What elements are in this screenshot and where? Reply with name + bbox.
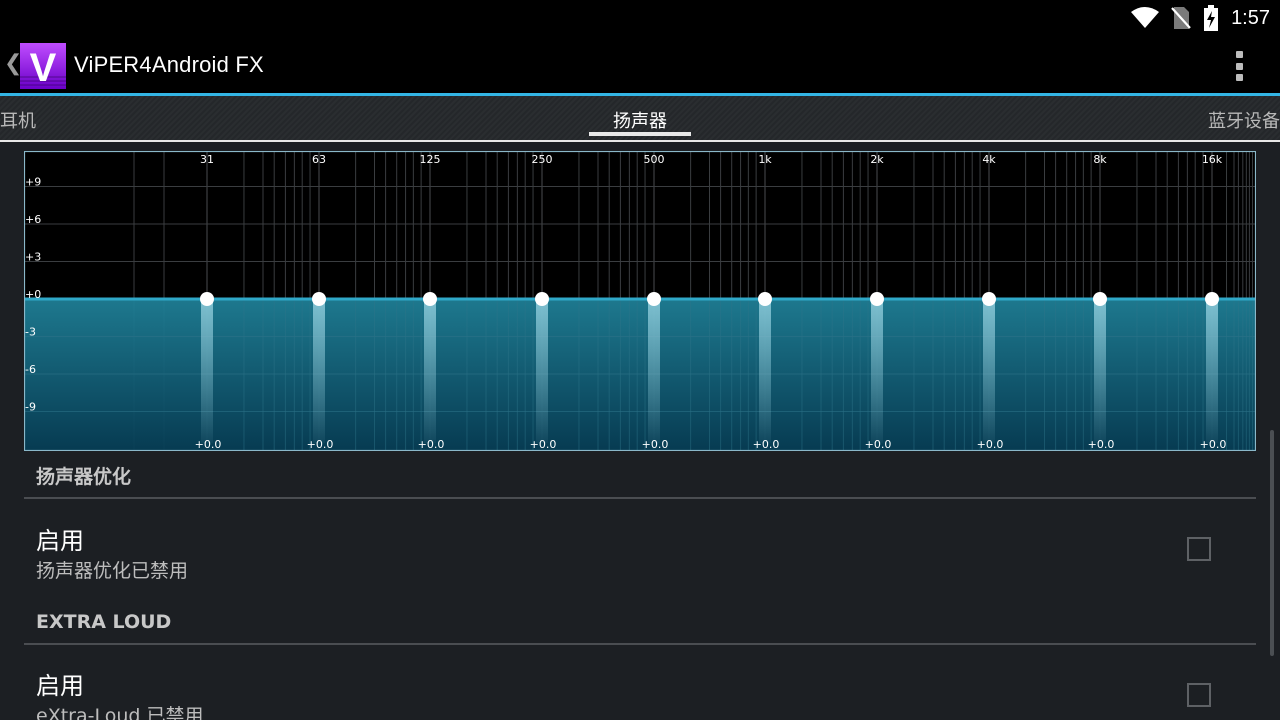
- eq-y-tick-label: +9: [25, 176, 41, 189]
- eq-gain-label: +0.0: [642, 438, 669, 451]
- extra-loud-enable-title[interactable]: 启用: [36, 666, 84, 701]
- eq-y-tick-label: -3: [25, 326, 36, 339]
- eq-y-tick-label: -6: [25, 363, 36, 376]
- tab-speaker[interactable]: 扬声器: [589, 107, 691, 133]
- eq-band-label: 500: [644, 153, 665, 166]
- section-header-speaker-optimization: 扬声器优化: [36, 466, 132, 488]
- eq-band-label: 4k: [982, 153, 996, 166]
- extra-loud-summary: eXtra-Loud 已禁用: [36, 705, 204, 720]
- app-logo-icon[interactable]: V: [20, 43, 66, 89]
- eq-band-knob[interactable]: [870, 292, 884, 306]
- eq-band-slider: [201, 299, 213, 443]
- tab-headphones[interactable]: 耳机: [0, 107, 36, 133]
- section-header-extra-loud: EXTRA LOUD: [36, 611, 172, 633]
- eq-y-tick-label: +3: [25, 251, 41, 264]
- eq-gain-label: +0.0: [1088, 438, 1115, 451]
- speaker-optimization-summary: 扬声器优化已禁用: [36, 560, 189, 582]
- eq-band-label: 2k: [870, 153, 884, 166]
- eq-band-slider: [1094, 299, 1106, 443]
- speaker-optimization-enable-title[interactable]: 启用: [36, 521, 84, 556]
- status-bar: 1:57: [0, 0, 1280, 37]
- eq-band-slider: [871, 299, 883, 443]
- eq-band-slider: [983, 299, 995, 443]
- eq-gain-label: +0.0: [195, 438, 222, 451]
- wifi-icon: [1131, 7, 1160, 28]
- eq-band-knob[interactable]: [758, 292, 772, 306]
- extra-loud-checkbox[interactable]: [1187, 683, 1211, 707]
- eq-gain-label: +0.0: [307, 438, 334, 451]
- eq-gain-label: +0.0: [753, 438, 780, 451]
- tab-bluetooth[interactable]: 蓝牙设备: [1208, 107, 1280, 133]
- app-logo-letter: V: [30, 46, 57, 89]
- eq-band-slider: [424, 299, 436, 443]
- speaker-optimization-checkbox[interactable]: [1187, 537, 1211, 561]
- eq-band-slider: [759, 299, 771, 443]
- eq-gain-label: +0.0: [530, 438, 557, 451]
- eq-band-knob[interactable]: [312, 292, 326, 306]
- eq-band-label: 250: [532, 153, 553, 166]
- tab-selected-indicator: [589, 132, 691, 136]
- eq-band-knob[interactable]: [1205, 292, 1219, 306]
- eq-band-slider: [313, 299, 325, 443]
- section-divider: [24, 643, 1256, 645]
- eq-band-label: 63: [312, 153, 326, 166]
- eq-band-label: 125: [420, 153, 441, 166]
- status-icons: 1:57: [1131, 4, 1270, 32]
- eq-gain-label: +0.0: [865, 438, 892, 451]
- eq-band-knob[interactable]: [1093, 292, 1107, 306]
- overflow-menu-icon[interactable]: [1224, 49, 1254, 83]
- eq-band-knob[interactable]: [647, 292, 661, 306]
- app-title: ViPER4Android FX: [74, 52, 264, 77]
- eq-y-tick-label: +0: [25, 288, 41, 301]
- eq-y-tick-label: +6: [25, 213, 41, 226]
- equalizer-chart[interactable]: 31 63 125 250 500 1k 2k 4k 8k 16k +0.0 +0.0 +0.0 +0.0…: [24, 151, 1256, 451]
- eq-band-knob[interactable]: [200, 292, 214, 306]
- eq-band-knob[interactable]: [982, 292, 996, 306]
- section-divider: [24, 497, 1256, 499]
- eq-band-knob[interactable]: [535, 292, 549, 306]
- eq-band-label: 8k: [1093, 153, 1107, 166]
- eq-band-slider: [648, 299, 660, 443]
- action-bar: ❮ V ViPER4Android FX: [0, 37, 1280, 93]
- preferences-content: 31 63 125 250 500 1k 2k 4k 8k 16k +0.0 +0.0 +0.0 +0.0…: [0, 142, 1280, 720]
- scrollbar[interactable]: [1270, 430, 1274, 656]
- no-sim-icon: [1171, 7, 1191, 29]
- eq-band-slider: [1206, 299, 1218, 443]
- status-time: 1:57: [1231, 6, 1270, 29]
- eq-y-tick-label: -9: [25, 401, 36, 414]
- eq-gain-label: +0.0: [1200, 438, 1227, 451]
- eq-gain-label: +0.0: [418, 438, 445, 451]
- eq-gain-label: +0.0: [977, 438, 1004, 451]
- eq-band-label: 16k: [1202, 153, 1223, 166]
- eq-band-label: 1k: [758, 153, 772, 166]
- eq-band-label: 31: [200, 153, 214, 166]
- battery-charging-icon: [1204, 5, 1219, 31]
- eq-band-knob[interactable]: [423, 292, 437, 306]
- tab-strip: 耳机 扬声器 蓝牙设备: [0, 96, 1280, 142]
- eq-band-slider: [536, 299, 548, 443]
